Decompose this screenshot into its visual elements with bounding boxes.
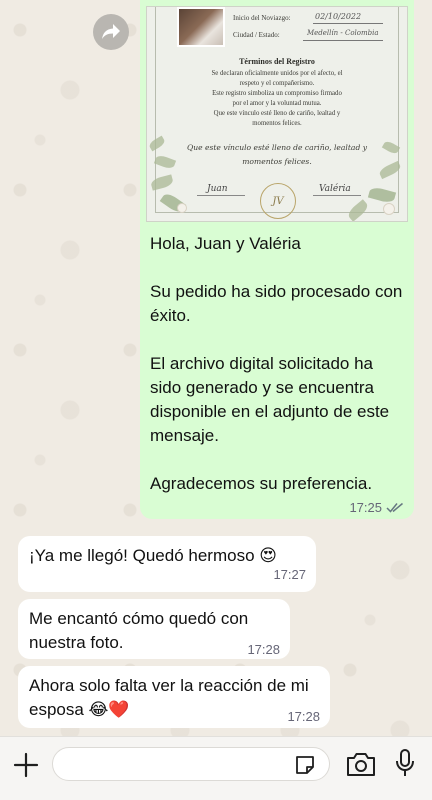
date-value: 02/10/2022	[315, 12, 362, 21]
message-paragraph: El archivo digital solicitado ha sido ge…	[150, 354, 390, 445]
double-check-icon	[386, 502, 403, 513]
certificate-body-line: Que este vínculo esté lleno de cariño, l…	[213, 110, 341, 117]
place-value: Medellín - Colombia	[307, 29, 379, 37]
signature-line	[313, 195, 361, 196]
flower-decoration	[383, 203, 395, 215]
sticker-icon[interactable]	[294, 754, 316, 776]
place-underline	[303, 40, 383, 41]
certificate-vow-line: Que este vínculo esté lleno de cariño, l…	[186, 143, 368, 152]
incoming-message[interactable]: Me encantó cómo quedó con nuestra foto. …	[18, 599, 290, 659]
signature-valeria: Valéria	[319, 184, 351, 194]
message-time: 17:25	[349, 500, 382, 515]
monogram-seal: JV	[260, 183, 296, 219]
monogram-text: JV	[272, 195, 284, 207]
camera-icon[interactable]	[346, 751, 376, 777]
date-label: Inicio del Noviazgo:	[233, 14, 291, 22]
certificate-image-attachment[interactable]: Inicio del Noviazgo: 02/10/2022 Ciudad /…	[146, 6, 408, 222]
message-text: ¡Ya me llegó! Quedó hermoso 😍	[29, 546, 277, 565]
certificate-body-line: respeto y el compañerismo.	[239, 80, 315, 87]
message-time: 17:27	[273, 567, 306, 582]
message-paragraph: Su pedido ha sido procesado con éxito.	[150, 282, 403, 325]
certificate-body: Se declaran oficialmente unidos por el a…	[181, 69, 373, 129]
certificate-body-line: por el amor y la voluntad mutua.	[232, 100, 322, 107]
forward-icon	[102, 24, 120, 39]
certificate-body-line: Este registro simboliza un compromiso fi…	[212, 90, 342, 97]
date-underline	[313, 23, 383, 24]
message-paragraph: Hola, Juan y Valéria	[150, 234, 301, 253]
outgoing-message[interactable]: Inicio del Noviazgo: 02/10/2022 Ciudad /…	[140, 0, 414, 519]
message-input-bar	[0, 736, 432, 800]
incoming-message[interactable]: Ahora solo falta ver la reacción de mi e…	[18, 666, 330, 728]
outgoing-message-text: Hola, Juan y Valéria Su pedido ha sido p…	[146, 222, 408, 496]
certificate-vow: Que este vínculo esté lleno de cariño, l…	[183, 141, 371, 169]
message-paragraph: Agradecemos su preferencia.	[150, 474, 373, 493]
plus-icon[interactable]	[12, 751, 40, 779]
certificate-title: Términos del Registro	[239, 57, 315, 66]
flower-decoration	[177, 203, 187, 213]
certificate-body-line: momentos felices.	[252, 120, 302, 127]
forward-button[interactable]	[93, 14, 129, 50]
signature-line	[197, 195, 245, 196]
certificate-vow-line: momentos felices.	[242, 157, 312, 166]
microphone-icon[interactable]	[394, 748, 416, 778]
incoming-message[interactable]: ¡Ya me llegó! Quedó hermoso 😍 17:27	[18, 536, 316, 592]
signature-juan: Juan	[207, 184, 228, 194]
message-input[interactable]	[52, 747, 330, 781]
place-label: Ciudad / Estado:	[233, 31, 280, 39]
message-meta: 17:25	[349, 500, 404, 515]
certificate-body-line: Se declaran oficialmente unidos por el a…	[211, 70, 343, 77]
couple-photo	[177, 7, 225, 47]
